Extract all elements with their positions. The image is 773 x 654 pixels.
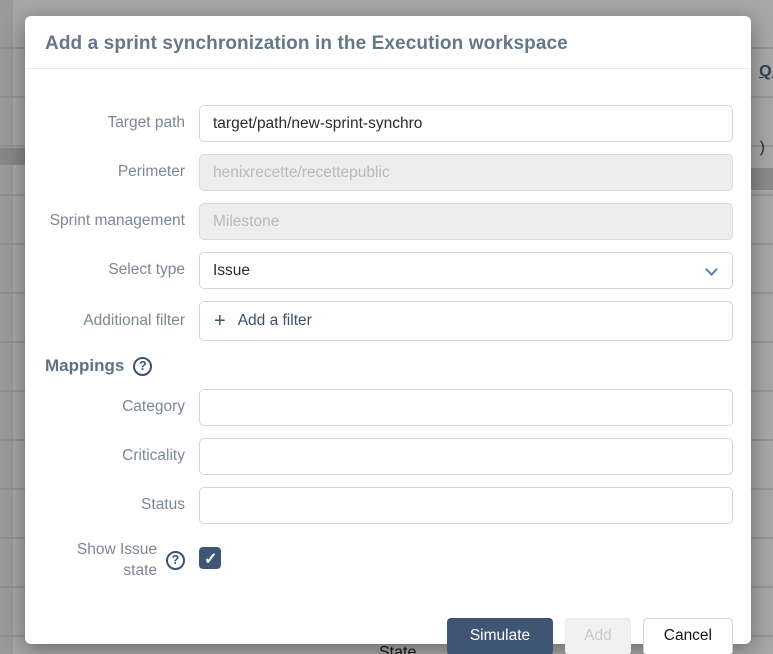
form-row-sprint-management: Sprint management bbox=[45, 203, 733, 240]
form-row-target-path: Target path bbox=[45, 105, 733, 142]
target-path-label: Target path bbox=[107, 114, 185, 132]
form-row-additional-filter: Additional filter + Add a filter bbox=[45, 301, 733, 341]
backdrop-table-band-right bbox=[750, 168, 773, 190]
backdrop-text-fragment: Q. bbox=[759, 63, 773, 80]
dialog-form: Target path Perimeter Sprint management … bbox=[25, 69, 751, 594]
dialog-header: Add a sprint synchronization in the Exec… bbox=[25, 16, 751, 69]
show-issue-state-label-group: Show Issue state ? bbox=[45, 540, 185, 582]
status-label: Status bbox=[141, 496, 185, 514]
select-type-label: Select type bbox=[108, 261, 185, 279]
form-row-select-type: Select type Issue bbox=[45, 252, 733, 289]
plus-icon: + bbox=[214, 310, 226, 332]
chevron-down-icon bbox=[705, 263, 718, 276]
criticality-label: Criticality bbox=[122, 447, 185, 465]
form-row-category: Category bbox=[45, 389, 733, 426]
form-row-criticality: Criticality bbox=[45, 438, 733, 475]
add-filter-button-label: Add a filter bbox=[237, 312, 312, 329]
target-path-input[interactable] bbox=[199, 105, 733, 142]
show-issue-state-help-icon[interactable]: ? bbox=[166, 551, 185, 571]
backdrop-table-band-left bbox=[0, 148, 27, 165]
status-input[interactable] bbox=[199, 487, 733, 524]
backdrop-sidebar-edge bbox=[0, 0, 13, 654]
dialog-title: Add a sprint synchronization in the Exec… bbox=[45, 33, 568, 54]
add-sprint-sync-dialog: Add a sprint synchronization in the Exec… bbox=[25, 16, 751, 654]
form-row-perimeter: Perimeter bbox=[45, 154, 733, 191]
simulate-button[interactable]: Simulate bbox=[446, 617, 554, 654]
show-issue-state-checkbox[interactable] bbox=[199, 547, 221, 570]
select-type-value: Issue bbox=[213, 261, 251, 279]
perimeter-input bbox=[199, 154, 733, 191]
select-type-dropdown[interactable]: Issue bbox=[199, 252, 733, 289]
show-issue-state-label: Show Issue state bbox=[76, 541, 157, 579]
mappings-section-heading: Mappings ? bbox=[45, 353, 733, 379]
show-issue-state-control bbox=[199, 547, 733, 574]
add-button[interactable]: Add bbox=[565, 617, 631, 654]
form-row-show-issue-state: Show Issue state ? bbox=[45, 540, 733, 582]
sprint-management-input bbox=[199, 203, 733, 240]
perimeter-label: Perimeter bbox=[117, 163, 185, 181]
category-label: Category bbox=[122, 398, 185, 416]
add-filter-button[interactable]: + Add a filter bbox=[199, 301, 733, 341]
mappings-help-icon[interactable]: ? bbox=[133, 356, 153, 376]
criticality-input[interactable] bbox=[199, 438, 733, 475]
mappings-heading-text: Mappings bbox=[45, 356, 125, 375]
backdrop-text-fragment: ) bbox=[759, 139, 765, 156]
sprint-management-label: Sprint management bbox=[49, 212, 185, 230]
form-row-status: Status bbox=[45, 487, 733, 524]
additional-filter-label: Additional filter bbox=[83, 311, 185, 329]
category-input[interactable] bbox=[199, 389, 733, 426]
dialog-footer: Simulate Add Cancel bbox=[25, 617, 751, 654]
cancel-button[interactable]: Cancel bbox=[642, 617, 733, 654]
